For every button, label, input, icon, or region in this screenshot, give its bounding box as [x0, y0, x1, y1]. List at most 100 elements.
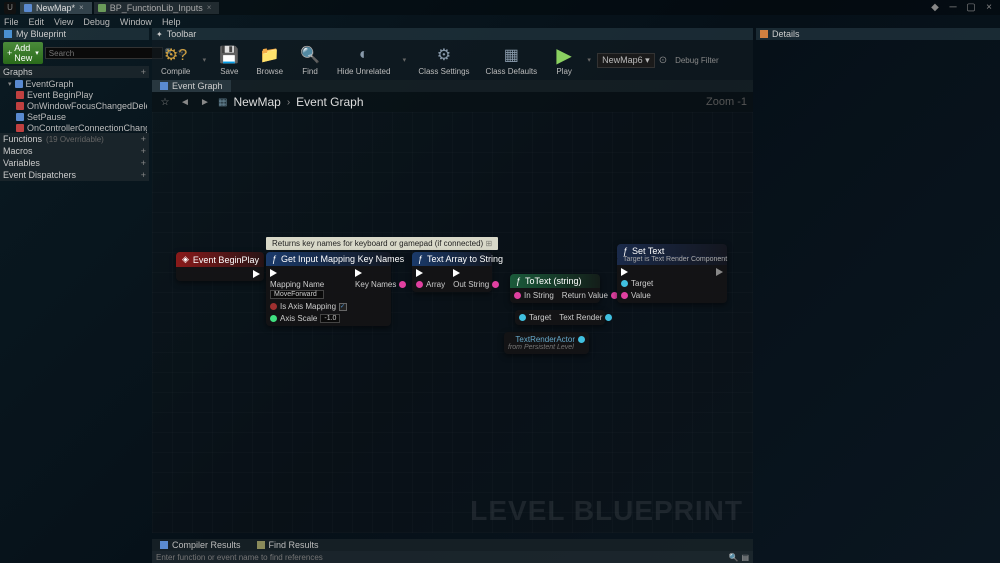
menu-window[interactable]: Window: [120, 17, 152, 27]
add-function-icon[interactable]: +: [141, 134, 146, 144]
add-new-button[interactable]: Add New ▾: [3, 42, 43, 64]
function-icon: ƒ: [623, 246, 628, 256]
tab-label: Compiler Results: [172, 540, 241, 550]
pin-target[interactable]: Target: [621, 279, 653, 288]
menu-help[interactable]: Help: [162, 17, 181, 27]
close-icon[interactable]: ×: [79, 3, 84, 12]
node-totext[interactable]: ƒToText (string) In String Return Value: [510, 274, 600, 303]
add-variable-icon[interactable]: +: [141, 158, 146, 168]
exec-in-pin[interactable]: [416, 269, 445, 277]
bottom-tabs: Compiler Results Find Results: [152, 539, 753, 551]
graph-canvas[interactable]: Returns key names for keyboard or gamepa…: [152, 112, 753, 533]
pin-axis-scale[interactable]: Axis Scale-1.0: [270, 314, 347, 323]
section-variables[interactable]: Variables +: [0, 157, 149, 169]
class-defaults-button[interactable]: ▦Class Defaults: [480, 40, 544, 80]
title-tab-newmap[interactable]: NewMap* ×: [20, 2, 92, 14]
chevron-down-icon[interactable]: ▾: [585, 40, 593, 80]
play-button[interactable]: ▶Play: [547, 40, 581, 80]
maximize-icon[interactable]: ▢: [964, 2, 978, 13]
exec-out-pin[interactable]: [355, 269, 406, 277]
tab-find-results[interactable]: Find Results: [249, 539, 327, 551]
pin-label: TextRenderActor: [515, 335, 575, 344]
node-text-render[interactable]: Target Text Render: [515, 310, 605, 325]
node-textrenderactor[interactable]: TextRenderActor from Persistent Level: [504, 332, 589, 354]
pin-out-string[interactable]: Out String: [453, 280, 499, 289]
menu-view[interactable]: View: [54, 17, 73, 27]
pin-value[interactable]: -1.0: [320, 314, 340, 323]
exec-out-pin[interactable]: [253, 270, 260, 278]
forward-icon[interactable]: ►: [198, 95, 212, 109]
chevron-down-icon: ▾: [35, 49, 39, 57]
menu-edit[interactable]: Edit: [29, 17, 45, 27]
pin-value[interactable]: Value: [621, 291, 653, 300]
tree-item-eventgraph[interactable]: ▾ EventGraph: [2, 78, 147, 89]
debug-target-select[interactable]: NewMap6 ▾: [597, 53, 655, 68]
back-icon[interactable]: ◄: [178, 95, 192, 109]
save-icon: 💾: [218, 44, 240, 66]
node-event-beginplay[interactable]: ◈Event BeginPlay: [176, 252, 264, 281]
tooltip: Returns key names for keyboard or gamepa…: [266, 237, 498, 250]
menu-file[interactable]: File: [4, 17, 19, 27]
tree-item-controllerconn[interactable]: OnControllerConnectionChangedDelegate: [2, 122, 147, 133]
node-get-input-mapping[interactable]: ƒGet Input Mapping Key Names Mapping Nam…: [266, 252, 391, 326]
pin-text-render[interactable]: Text Render: [559, 313, 612, 322]
add-macro-icon[interactable]: +: [141, 146, 146, 156]
tab-event-graph[interactable]: Event Graph: [152, 80, 231, 92]
class-settings-button[interactable]: ⚙Class Settings: [412, 40, 475, 80]
graph-grid-icon[interactable]: ▦: [218, 97, 227, 108]
find-button[interactable]: 🔍Find: [293, 40, 327, 80]
chevron-down-icon[interactable]: ▾: [200, 40, 208, 80]
title-tab-functionlib[interactable]: BP_FunctionLib_Inputs ×: [94, 2, 220, 14]
find-search-input[interactable]: [156, 553, 728, 562]
favorite-icon[interactable]: ☆: [158, 95, 172, 109]
exec-out-pin[interactable]: [716, 268, 723, 276]
btn-label: Find: [302, 67, 318, 76]
hide-unrelated-button[interactable]: ◐Hide Unrelated: [331, 40, 396, 80]
blueprint-search-input[interactable]: [45, 47, 163, 59]
section-label: Macros: [3, 146, 33, 156]
locate-icon[interactable]: ⊙: [659, 55, 667, 66]
tree-item-setpause[interactable]: SetPause: [2, 111, 147, 122]
section-macros[interactable]: Macros +: [0, 145, 149, 157]
pin-return-value[interactable]: Return Value: [562, 291, 618, 300]
pin-label: In String: [524, 291, 554, 300]
pin-actor-ref[interactable]: TextRenderActor: [508, 335, 585, 344]
pin-value[interactable]: MoveForward: [270, 290, 324, 299]
notify-icon[interactable]: ◆: [928, 2, 942, 13]
close-icon[interactable]: ×: [207, 3, 212, 12]
tab-compiler-results[interactable]: Compiler Results: [152, 539, 249, 551]
chevron-down-icon[interactable]: ▾: [400, 40, 408, 80]
node-text-array-to-string[interactable]: ƒText Array to String Array Out String: [412, 252, 492, 292]
exec-in-pin[interactable]: [621, 268, 653, 276]
pin-mapping-name[interactable]: Mapping Name MoveForward: [270, 280, 347, 299]
pin-is-axis[interactable]: Is Axis Mapping: [270, 302, 347, 311]
close-window-icon[interactable]: ×: [982, 2, 996, 13]
compile-button[interactable]: ⚙?Compile: [155, 40, 196, 80]
pin-array-in[interactable]: Array: [416, 280, 445, 289]
node-set-text[interactable]: ƒSet Text Target is Text Render Componen…: [617, 244, 727, 303]
section-dispatchers[interactable]: Event Dispatchers +: [0, 169, 149, 181]
tree-item-beginplay[interactable]: Event BeginPlay: [2, 89, 147, 100]
checkbox[interactable]: [339, 303, 347, 311]
section-functions[interactable]: Functions(19 Overridable) +: [0, 133, 149, 145]
section-graphs[interactable]: Graphs +: [0, 66, 149, 78]
search-option-icons: 🔍 ▤: [728, 553, 749, 562]
pin-target[interactable]: Target: [519, 313, 551, 322]
graph-grid: [152, 112, 753, 533]
add-graph-icon[interactable]: +: [141, 67, 146, 77]
pin-key-names[interactable]: Key Names: [355, 280, 406, 289]
browse-button[interactable]: 📁Browse: [250, 40, 289, 80]
filter-icon[interactable]: ▤: [741, 553, 749, 562]
crumb-graph[interactable]: Event Graph: [296, 95, 363, 109]
search-icon[interactable]: 🔍: [728, 553, 738, 562]
exec-out-pin[interactable]: [453, 269, 499, 277]
exec-in-pin[interactable]: [270, 269, 347, 277]
minimize-icon[interactable]: ─: [946, 2, 960, 13]
event-icon: [16, 91, 24, 99]
pin-in-string[interactable]: In String: [514, 291, 554, 300]
tree-item-windowfocus[interactable]: OnWindowFocusChangedDelegate_Event: [2, 100, 147, 111]
save-button[interactable]: 💾Save: [212, 40, 246, 80]
add-dispatcher-icon[interactable]: +: [141, 170, 146, 180]
menu-debug[interactable]: Debug: [83, 17, 110, 27]
crumb-map[interactable]: NewMap: [233, 95, 280, 109]
